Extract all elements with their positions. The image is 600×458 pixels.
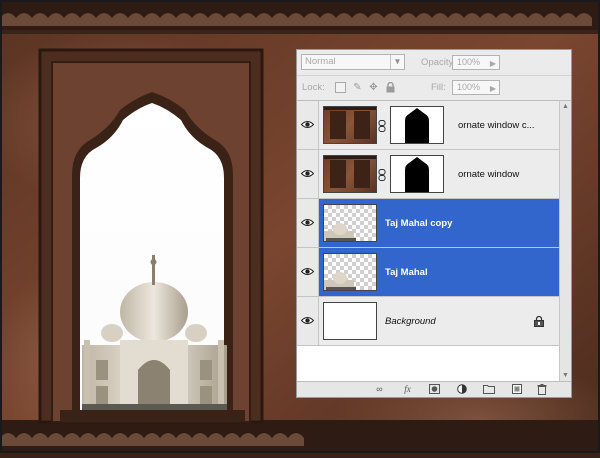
fx-layer-style-icon[interactable]: fx [401, 384, 414, 395]
folder-icon[interactable] [482, 384, 495, 395]
layers-panel: Normal ▼ Opacity: 100% ▶ Lock: ✎ ✥ Fill:… [296, 49, 572, 398]
layer-thumbnail [323, 106, 377, 144]
layer-mask-thumbnail [390, 106, 444, 144]
link-layers-icon[interactable]: ∞ [373, 384, 386, 395]
fill-value: 100% [457, 82, 481, 92]
layer-thumbnail [323, 204, 377, 242]
add-mask-icon[interactable] [428, 384, 441, 395]
new-layer-icon[interactable] [510, 384, 523, 395]
visibility-eye-icon[interactable] [297, 199, 319, 247]
chevron-down-icon: ▼ [390, 55, 404, 69]
blend-opacity-row: Normal ▼ Opacity: 100% ▶ [297, 50, 571, 76]
lock-fill-row: Lock: ✎ ✥ Fill: 100% ▶ [297, 76, 571, 101]
opacity-value: 100% [457, 57, 481, 67]
link-icon[interactable] [378, 169, 386, 181]
lock-icon [534, 316, 544, 327]
layer-name: Taj Mahal copy [385, 218, 453, 229]
layer-row-ornate-window[interactable]: ornate window [297, 150, 559, 199]
fill-label: Fill: [431, 82, 446, 93]
layer-row-taj-mahal[interactable]: Taj Mahal [297, 248, 559, 297]
trash-icon[interactable] [535, 384, 548, 395]
layer-name: Taj Mahal [385, 267, 428, 278]
layer-thumbnail [323, 302, 377, 340]
layer-thumbnail [323, 253, 377, 291]
link-icon[interactable] [378, 120, 386, 132]
layers-list: ornate window c... ornate window Taj Mah… [297, 101, 559, 381]
layer-name: ornate window c... [458, 120, 535, 131]
layer-thumbnail [323, 155, 377, 193]
adjustment-layer-icon[interactable] [455, 384, 468, 395]
blend-mode-value: Normal [305, 56, 336, 67]
play-icon: ▶ [489, 84, 496, 93]
scroll-up-arrow-icon[interactable]: ▲ [560, 101, 571, 112]
blend-mode-dropdown[interactable]: Normal ▼ [301, 54, 405, 70]
lock-label: Lock: [302, 82, 325, 93]
play-icon: ▶ [489, 59, 496, 68]
visibility-eye-icon[interactable] [297, 101, 319, 149]
visibility-eye-icon[interactable] [297, 248, 319, 296]
opacity-field[interactable]: 100% ▶ [452, 55, 500, 70]
lock-all-icon[interactable] [385, 81, 396, 93]
layer-mask-thumbnail [390, 155, 444, 193]
layer-row-background[interactable]: Background [297, 297, 559, 346]
lock-transparent-pixels-icon[interactable] [335, 82, 346, 93]
visibility-eye-icon[interactable] [297, 297, 319, 345]
layers-scrollbar[interactable]: ▲ ▼ [559, 101, 571, 381]
layer-name: ornate window [458, 169, 520, 180]
scroll-down-arrow-icon[interactable]: ▼ [560, 370, 571, 381]
lock-image-pixels-icon[interactable]: ✎ [352, 82, 363, 93]
layers-panel-toolbar: ∞ fx [297, 381, 571, 397]
lock-position-icon[interactable]: ✥ [368, 82, 379, 93]
layer-row-ornate-window-copy[interactable]: ornate window c... [297, 101, 559, 150]
opacity-label: Opacity: [421, 57, 456, 68]
layer-row-taj-mahal-copy[interactable]: Taj Mahal copy [297, 199, 559, 248]
visibility-eye-icon[interactable] [297, 150, 319, 198]
layer-name: Background [385, 316, 436, 327]
fill-field[interactable]: 100% ▶ [452, 80, 500, 95]
